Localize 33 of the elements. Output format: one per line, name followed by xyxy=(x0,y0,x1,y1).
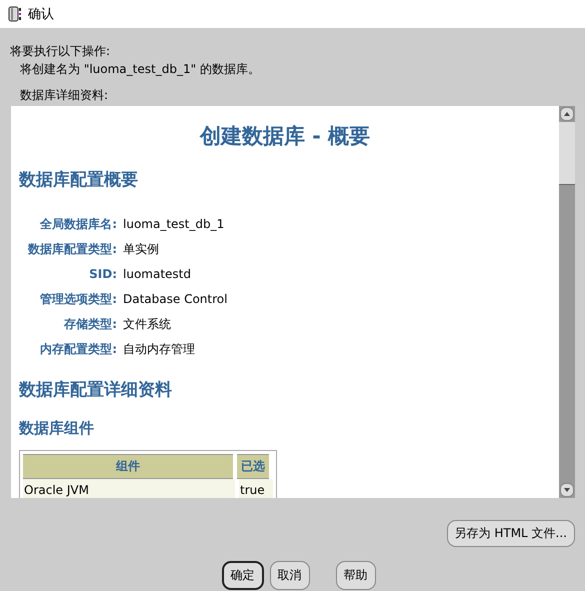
field-value: luoma_test_db_1 xyxy=(123,216,226,233)
section-heading: 数据库配置详细资料 xyxy=(19,379,173,401)
table-cell: true xyxy=(239,479,273,498)
action-text: 将创建名为 "luoma_test_db_1" 的数据库。 xyxy=(19,61,261,78)
database-icon xyxy=(8,6,22,22)
subsection-heading: 数据库组件 xyxy=(19,419,95,438)
scroll-thumb[interactable] xyxy=(559,122,575,185)
intro-text: 将要执行以下操作: xyxy=(10,43,112,60)
field-value: Database Control xyxy=(123,291,228,308)
save-html-button[interactable]: 另存为 HTML 文件... xyxy=(446,520,575,547)
field-label: 内存配置类型: xyxy=(39,341,117,358)
scroll-down-icon[interactable] xyxy=(560,483,574,497)
dialog-button[interactable]: 确定 xyxy=(222,561,264,590)
scrollbar[interactable] xyxy=(559,106,575,498)
dialog-button[interactable]: 取消 xyxy=(270,561,310,590)
field-label: 数据库配置类型: xyxy=(26,241,117,258)
summary-title: 创建数据库 - 概要 xyxy=(198,123,372,150)
field-value: 单实例 xyxy=(123,241,160,258)
field-label: 存储类型: xyxy=(62,316,117,333)
field-label: 管理选项类型: xyxy=(39,291,117,308)
column-header: 组件 xyxy=(23,454,233,479)
field-value: 自动内存管理 xyxy=(123,341,196,358)
window-title: 确认 xyxy=(28,6,54,23)
dialog-button[interactable]: 帮助 xyxy=(336,561,376,590)
field-label: SID: xyxy=(88,266,117,283)
column-header: 已选 xyxy=(237,454,269,479)
details-label: 数据库详细资料: xyxy=(19,87,110,104)
section-heading: 数据库配置概要 xyxy=(19,169,139,191)
scroll-up-icon[interactable] xyxy=(560,107,574,121)
table-cell: Oracle JVM xyxy=(23,479,235,498)
field-label: 全局数据库名: xyxy=(39,216,117,233)
field-value: 文件系统 xyxy=(123,316,172,333)
field-value: luomatestd xyxy=(123,266,192,283)
